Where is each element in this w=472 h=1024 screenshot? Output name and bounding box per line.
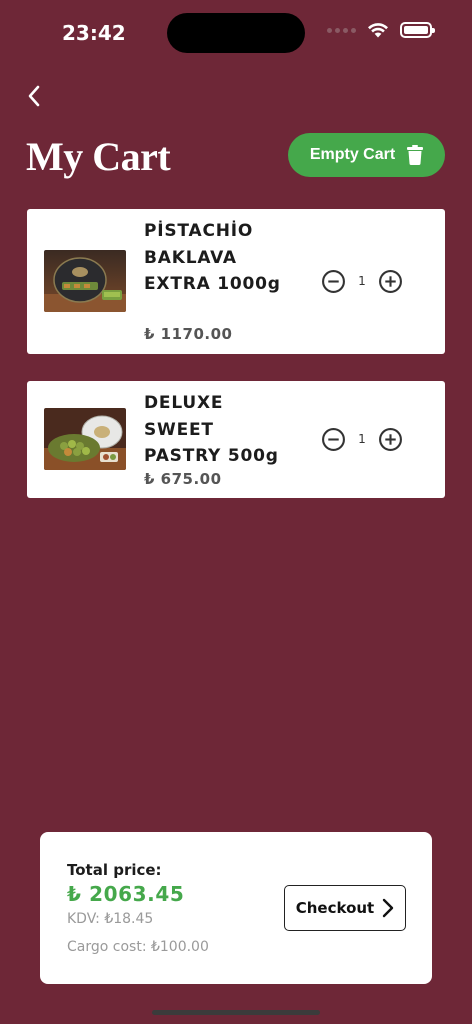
total-price-label: Total price: [67, 861, 162, 879]
minus-circle-icon[interactable] [321, 427, 346, 452]
quantity-stepper: 1 [321, 426, 403, 452]
cargo-cost-text: Cargo cost: ₺100.00 [67, 939, 209, 955]
status-icons [327, 22, 435, 38]
product-image [44, 250, 126, 312]
status-time: 23:42 [62, 21, 126, 45]
plus-circle-icon[interactable] [378, 427, 403, 452]
kdv-text: KDV: ₺18.45 [67, 911, 154, 927]
quantity-value: 1 [358, 432, 366, 446]
dynamic-island [167, 13, 305, 53]
trash-icon [407, 145, 424, 165]
quantity-stepper: 1 [321, 268, 403, 294]
empty-cart-label: Empty Cart [309, 146, 396, 163]
chevron-right-icon [383, 898, 394, 918]
chevron-left-icon [28, 85, 40, 107]
checkout-button[interactable]: Checkout [284, 885, 406, 931]
order-summary: Total price: ₺ 2063.45 KDV: ₺18.45 Cargo… [40, 832, 432, 984]
minus-circle-icon[interactable] [321, 269, 346, 294]
page-title: My Cart [26, 134, 171, 179]
battery-icon [400, 22, 435, 38]
status-bar: 23:42 [0, 0, 472, 60]
product-image [44, 408, 126, 470]
cart-item: PİSTACHİO BAKLAVA EXTRA 1000g ₺ 1170.00 … [27, 209, 445, 354]
quantity-value: 1 [358, 274, 366, 288]
checkout-label: Checkout [295, 899, 375, 917]
home-indicator[interactable] [152, 1010, 320, 1015]
wifi-icon [368, 22, 388, 37]
cellular-signal-icon [327, 27, 356, 33]
product-price: ₺ 1170.00 [144, 325, 233, 343]
back-button[interactable] [20, 82, 48, 110]
product-name: DELUXE SWEET PASTRY 500g [144, 393, 279, 466]
product-name: PİSTACHİO BAKLAVA EXTRA 1000g [144, 221, 281, 294]
plus-circle-icon[interactable] [378, 269, 403, 294]
empty-cart-button[interactable]: Empty Cart [288, 133, 445, 177]
product-price: ₺ 675.00 [144, 470, 222, 488]
total-price-value: ₺ 2063.45 [67, 882, 185, 906]
cart-item: DELUXE SWEET PASTRY 500g ₺ 675.00 1 [27, 381, 445, 498]
